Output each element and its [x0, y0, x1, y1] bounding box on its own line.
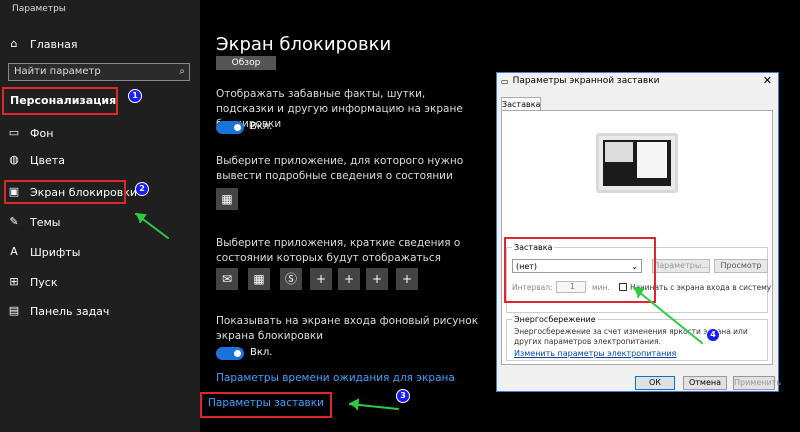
arrow-screensaver-group: [633, 287, 703, 344]
annotation-arrows: [135, 213, 703, 410]
